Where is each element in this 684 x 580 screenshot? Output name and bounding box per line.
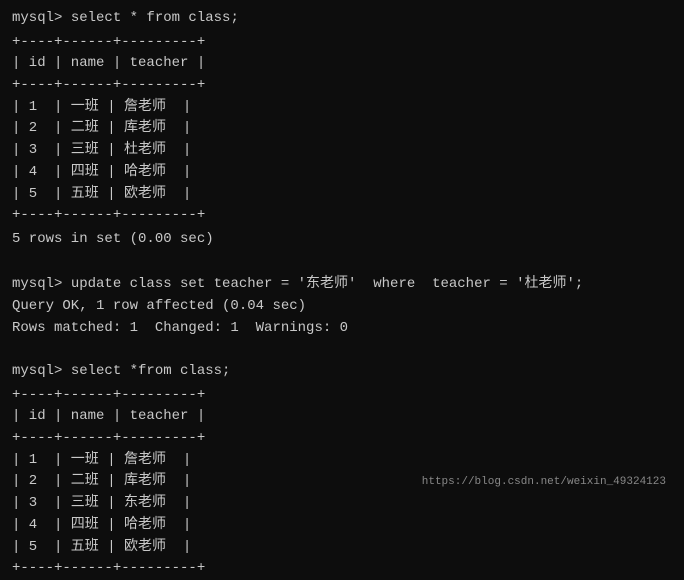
query2-line: mysql> update class set teacher = '东老师' … <box>12 274 672 296</box>
table2-row1: | 1 | 一班 | 詹老师 | <box>12 450 672 472</box>
blank2 <box>12 339 672 361</box>
query2-text: update class set teacher = '东老师' where t… <box>71 276 583 292</box>
prompt2: mysql> <box>12 276 71 292</box>
table2-border-top: +----+------+---------+ <box>12 385 672 407</box>
table2-row4: | 4 | 四班 | 哈老师 | <box>12 515 672 537</box>
table1-row4: | 4 | 四班 | 哈老师 | <box>12 162 672 184</box>
table1-row3: | 3 | 三班 | 杜老师 | <box>12 140 672 162</box>
table2-row5: | 5 | 五班 | 欧老师 | <box>12 537 672 559</box>
table2-header: | id | name | teacher | <box>12 406 672 428</box>
table1-container: +----+------+---------+ | id | name | te… <box>12 32 672 227</box>
query3-text: select *from class; <box>71 363 231 379</box>
prompt1: mysql> <box>12 10 71 26</box>
table1-border-top: +----+------+---------+ <box>12 32 672 54</box>
table2-row3: | 3 | 三班 | 东老师 | <box>12 493 672 515</box>
watermark: https://blog.csdn.net/weixin_49324123 <box>422 476 666 488</box>
table1-row5: | 5 | 五班 | 欧老师 | <box>12 184 672 206</box>
table1-row2: | 2 | 二班 | 库老师 | <box>12 118 672 140</box>
table2-border-bottom: +----+------+---------+ <box>12 558 672 580</box>
terminal: mysql> select * from class; +----+------… <box>12 8 672 492</box>
query3-line: mysql> select *from class; <box>12 361 672 383</box>
query2-result1: Query OK, 1 row affected (0.04 sec) <box>12 296 672 318</box>
rows-result: 5 rows in set (0.00 sec) <box>12 229 672 251</box>
table1-row1: | 1 | 一班 | 詹老师 | <box>12 97 672 119</box>
prompt3: mysql> <box>12 363 71 379</box>
table1-border-mid: +----+------+---------+ <box>12 75 672 97</box>
query2-result2: Rows matched: 1 Changed: 1 Warnings: 0 <box>12 318 672 340</box>
table2-border-mid: +----+------+---------+ <box>12 428 672 450</box>
query1-text: select * from class; <box>71 10 239 26</box>
table1-header: | id | name | teacher | <box>12 53 672 75</box>
query1-line: mysql> select * from class; <box>12 8 672 30</box>
table1-border-bottom: +----+------+---------+ <box>12 205 672 227</box>
blank1 <box>12 253 672 275</box>
